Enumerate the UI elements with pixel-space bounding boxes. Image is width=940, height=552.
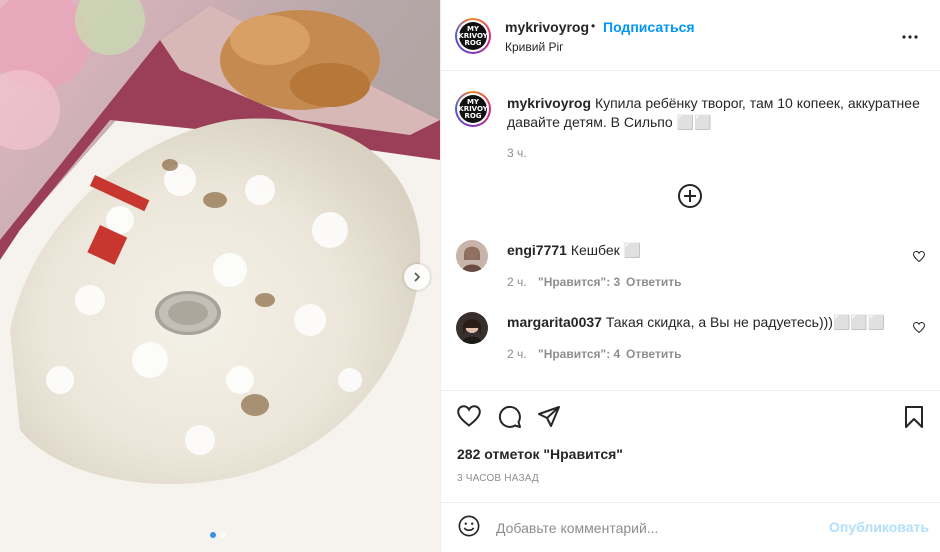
author-logo: MY KRIVOY ROG — [458, 22, 488, 50]
more-horizontal-icon — [902, 35, 918, 39]
post-location[interactable]: Кривий Ріг — [505, 40, 564, 54]
actions-divider — [441, 390, 940, 391]
comment-like-button[interactable] — [912, 321, 926, 336]
follow-button[interactable]: Подписаться — [603, 19, 695, 35]
comment-likes[interactable]: "Нравится": 3 — [538, 275, 620, 289]
save-button[interactable] — [904, 405, 924, 432]
heart-outline-icon — [912, 321, 926, 334]
post-timestamp[interactable]: 3 ЧАСОВ НАЗАД — [457, 473, 539, 484]
bookmark-icon — [905, 406, 923, 428]
carousel-dot — [220, 532, 226, 538]
comment-like-button[interactable] — [912, 250, 926, 265]
caption: mykrivoyrog Купила ребёнку творог, там 1… — [507, 94, 927, 132]
author-username[interactable]: mykrivoyrog — [505, 19, 589, 35]
avatar — [456, 240, 488, 272]
caption-time: 3 ч. — [507, 146, 527, 160]
more-options-button[interactable] — [902, 24, 918, 45]
avatar — [456, 312, 488, 344]
like-button[interactable] — [457, 405, 481, 430]
comment-username[interactable]: engi7771 — [507, 242, 567, 258]
likes-count[interactable]: 282 отметок "Нравится" — [457, 446, 623, 462]
share-icon — [538, 406, 560, 427]
caption-author-logo: MY KRIVOY ROG — [458, 95, 488, 123]
publish-button[interactable]: Опубликовать — [829, 519, 929, 535]
comment-icon — [498, 405, 521, 428]
carousel-indicator — [210, 532, 226, 538]
share-button[interactable] — [537, 405, 561, 432]
carousel-next-button[interactable] — [404, 264, 430, 290]
author-avatar[interactable]: MY KRIVOY ROG — [455, 18, 491, 54]
chevron-right-icon — [414, 272, 421, 282]
comment-text: Такая скидка, а Вы не радуетесь)))⬜⬜⬜ — [605, 314, 886, 330]
heart-icon — [457, 405, 481, 427]
comment-body: engi7771 Кешбек ⬜ — [507, 241, 641, 260]
reply-button[interactable]: Ответить — [626, 347, 681, 361]
comment-time: 2 ч. — [507, 275, 527, 289]
reply-button[interactable]: Ответить — [626, 275, 681, 289]
comment-avatar[interactable] — [456, 240, 488, 272]
comment-time: 2 ч. — [507, 347, 527, 361]
post-header — [441, 0, 940, 71]
caption-author-avatar[interactable]: MY KRIVOY ROG — [455, 91, 491, 127]
plus-circle-icon — [684, 190, 696, 202]
comment-button[interactable] — [498, 405, 522, 432]
add-comment-divider — [441, 502, 940, 503]
comment-text: Кешбек ⬜ — [570, 242, 642, 258]
heart-outline-icon — [912, 250, 926, 263]
comment-input[interactable] — [496, 518, 816, 538]
post-photo[interactable] — [0, 0, 440, 552]
caption-username[interactable]: mykrivoyrog — [507, 95, 591, 111]
comment-likes[interactable]: "Нравится": 4 — [538, 347, 620, 361]
carousel-dot-active — [210, 532, 216, 538]
comment-username[interactable]: margarita0037 — [507, 314, 602, 330]
load-more-comments-button[interactable] — [678, 184, 702, 208]
follow-separator: • — [591, 19, 596, 33]
comment-body: margarita0037 Такая скидка, а Вы не раду… — [507, 313, 885, 332]
cottage-cheese-photo — [0, 0, 440, 552]
instagram-post: MY KRIVOY ROG mykrivoyrog • Подписаться Кр… — [0, 0, 940, 552]
comment-avatar[interactable] — [456, 312, 488, 344]
emoji-icon — [458, 515, 480, 537]
emoji-button[interactable] — [458, 515, 480, 540]
